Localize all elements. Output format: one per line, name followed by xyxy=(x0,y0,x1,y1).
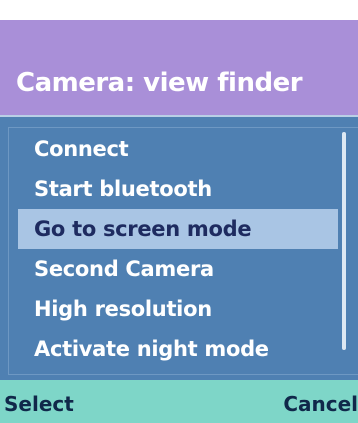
menu-scrollbar[interactable] xyxy=(342,132,346,350)
options-menu: Connect Start bluetooth Go to screen mod… xyxy=(0,115,358,380)
menu-item-go-to-screen-mode[interactable]: Go to screen mode xyxy=(18,209,338,249)
cancel-softkey[interactable]: Cancel xyxy=(283,392,358,416)
softkey-bar: Select Cancel xyxy=(0,380,358,423)
menu-item-start-bluetooth[interactable]: Start bluetooth xyxy=(18,169,338,209)
menu-list: Connect Start bluetooth Go to screen mod… xyxy=(18,129,338,369)
title-bar: Camera: view finder xyxy=(0,20,358,115)
screen-title: Camera: view finder xyxy=(16,68,303,98)
select-softkey[interactable]: Select xyxy=(4,392,74,416)
menu-item-activate-night-mode[interactable]: Activate night mode xyxy=(18,329,338,369)
menu-item-connect[interactable]: Connect xyxy=(18,129,338,169)
phone-screen: Camera: view finder Connect Start blueto… xyxy=(0,0,358,423)
menu-item-high-resolution[interactable]: High resolution xyxy=(18,289,338,329)
menu-item-second-camera[interactable]: Second Camera xyxy=(18,249,338,289)
